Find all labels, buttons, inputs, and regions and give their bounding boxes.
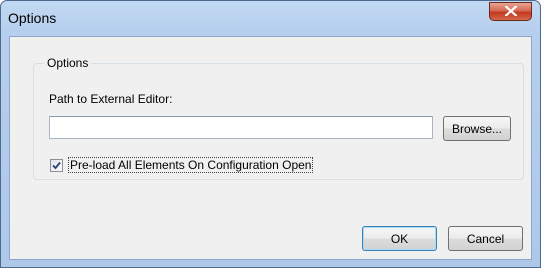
- preload-checkbox[interactable]: [50, 158, 63, 172]
- external-editor-path-label: Path to External Editor:: [49, 92, 173, 106]
- preload-checkbox-label[interactable]: Pre-load All Elements On Configuration O…: [68, 157, 314, 173]
- browse-button[interactable]: Browse...: [443, 116, 511, 141]
- dialog-body: Options Path to External Editor: Browse.…: [9, 36, 532, 260]
- ok-button[interactable]: OK: [362, 226, 437, 251]
- options-groupbox: Options Path to External Editor: Browse.…: [33, 56, 524, 180]
- cancel-button[interactable]: Cancel: [448, 226, 523, 251]
- checkmark-icon: [52, 161, 61, 169]
- external-editor-path-input[interactable]: [49, 116, 433, 139]
- close-button[interactable]: [489, 2, 532, 21]
- close-icon: [503, 4, 518, 19]
- title-bar[interactable]: Options: [1, 1, 540, 35]
- window-title: Options: [8, 10, 57, 26]
- preload-checkbox-row[interactable]: Pre-load All Elements On Configuration O…: [50, 157, 314, 173]
- options-dialog: Options Options Path to External Editor:…: [0, 0, 541, 268]
- groupbox-label: Options: [44, 56, 92, 70]
